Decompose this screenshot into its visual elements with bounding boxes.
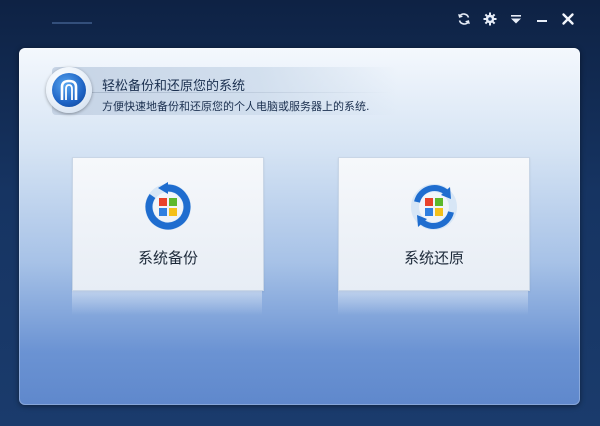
page-title: 轻松备份和还原您的系统 [102, 79, 246, 94]
close-icon[interactable] [558, 9, 578, 29]
window-controls [454, 9, 578, 31]
system-backup-button[interactable]: 系统备份 [72, 157, 264, 291]
gear-icon[interactable] [480, 9, 500, 29]
app-window: 轻松备份和还原您的系统 方便快速地备份和还原您的个人电脑或服务器上的系统. 系统… [0, 0, 600, 426]
restore-icon [409, 180, 459, 230]
system-restore-button[interactable]: 系统还原 [338, 157, 530, 291]
refresh-icon[interactable] [454, 9, 474, 29]
minimize-icon[interactable] [532, 9, 552, 29]
title-bar[interactable] [0, 0, 600, 40]
title-decoration [52, 22, 92, 24]
page-subtitle: 方便快速地备份和还原您的个人电脑或服务器上的系统. [102, 100, 370, 113]
card-reflection [72, 291, 262, 315]
shield-logo-icon [46, 67, 92, 113]
system-restore-label: 系统还原 [403, 249, 464, 267]
backup-icon [143, 180, 193, 230]
menu-dropdown-icon[interactable] [506, 9, 526, 29]
system-backup-label: 系统备份 [137, 249, 198, 267]
card-reflection [338, 291, 528, 315]
